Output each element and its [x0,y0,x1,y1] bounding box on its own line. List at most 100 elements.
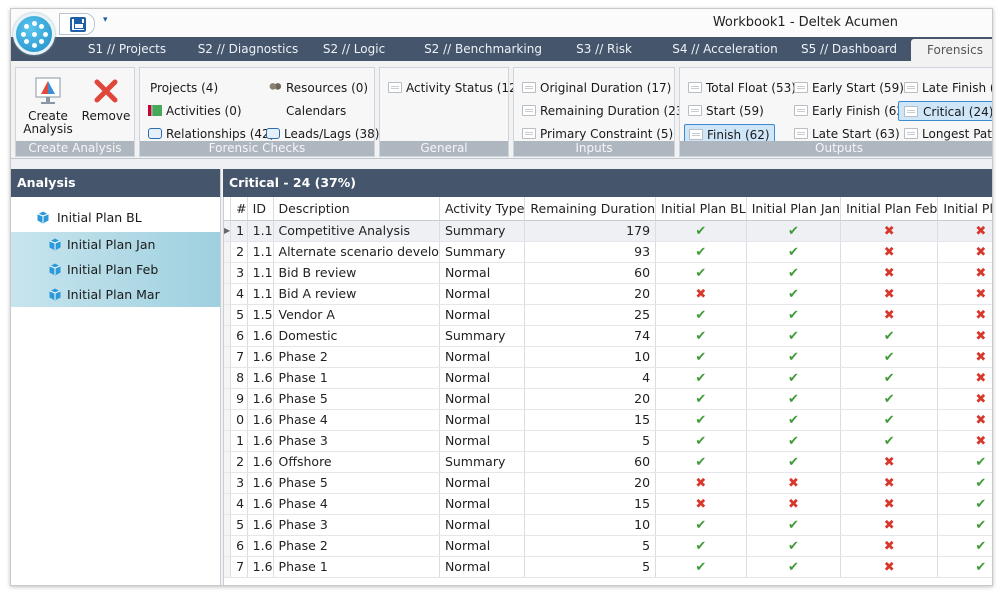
col-header-plan-mar[interactable]: Initial Plan M [937,197,992,221]
row-indicator[interactable] [224,472,232,494]
plan-status-cell: ✔ [655,451,747,473]
plan-status-cell: ✖ [655,283,747,305]
tab-logic[interactable]: S2 // Logic [313,37,395,61]
table-row[interactable]: 7 1.6 Phase 1 Normal 5 ✔ ✔ ✖ ✔ [224,556,992,578]
early-start-button[interactable]: Early Start (59) [794,78,904,98]
row-indicator[interactable] [224,325,232,347]
late-finish-button[interactable]: Late Finish (62 [904,78,992,98]
check-icon: ✔ [787,328,799,344]
tab-dashboard[interactable]: S5 // Dashboard [793,37,905,61]
check-icon: ✔ [787,391,799,407]
table-row[interactable]: 6 1.6 Phase 2 Normal 5 ✔ ✔ ✖ ✔ [224,535,992,557]
row-indicator[interactable] [224,535,232,557]
cross-icon: ✖ [883,265,895,281]
critical-button[interactable]: Critical (24) [898,101,992,121]
original-duration-button[interactable]: Original Duration (17) [522,78,671,98]
table-row[interactable]: 3 1.1 Bid B review Normal 60 ✔ ✔ ✖ ✖ [224,262,992,284]
projects-button[interactable]: Projects (4) [150,78,218,98]
table-row[interactable]: 4 1.1 Bid A review Normal 20 ✖ ✔ ✖ ✖ [224,283,992,305]
cross-icon: ✖ [975,433,987,449]
col-header-activity-type[interactable]: Activity Type [439,197,526,221]
check-icon: ✔ [883,349,895,365]
plan-status-cell: ✖ [655,493,747,515]
remove-button[interactable]: Remove [78,74,134,136]
row-id: 1.1 [247,262,274,284]
early-finish-button[interactable]: Early Finish (62) [794,101,909,121]
remaining-duration-button[interactable]: Remaining Duration (23) [522,101,688,121]
row-id: 1.6 [247,430,274,452]
resources-button[interactable]: Resources (0) [268,78,368,98]
row-indicator[interactable] [224,493,232,515]
table-row[interactable]: 9 1.6 Phase 5 Normal 20 ✔ ✔ ✔ ✖ [224,388,992,410]
app-logo-icon[interactable] [13,13,55,55]
row-indicator[interactable] [224,514,232,536]
table-row[interactable]: 8 1.6 Phase 1 Normal 4 ✔ ✔ ✔ ✖ [224,367,992,389]
tab-risk[interactable]: S3 // Risk [563,37,645,61]
plan-status-cell: ✔ [840,388,939,410]
tab-benchmarking[interactable]: S2 // Benchmarking [411,37,555,61]
start-button[interactable]: Start (59) [688,101,764,121]
row-indicator[interactable] [224,409,232,431]
table-row[interactable]: 1 1.6 Phase 3 Normal 5 ✔ ✔ ✔ ✖ [224,430,992,452]
tree-item-root[interactable]: Initial Plan BL [11,205,220,230]
row-indicator[interactable] [224,556,232,578]
col-header-plan-bl[interactable]: Initial Plan BL [655,197,747,221]
tree-item-feb[interactable]: Initial Plan Feb [11,257,220,282]
col-header-plan-jan[interactable]: Initial Plan Jan [746,197,842,221]
row-number: 2 [230,451,248,473]
tab-acceleration[interactable]: S4 // Acceleration [669,37,781,61]
col-header-plan-feb[interactable]: Initial Plan Feb [840,197,939,221]
row-indicator[interactable] [224,304,232,326]
col-header-id[interactable]: ID [247,197,274,221]
table-row[interactable]: 5 1.5 Vendor A Normal 25 ✔ ✔ ✖ ✖ [224,304,992,326]
plan-status-cell: ✔ [655,409,747,431]
row-indicator[interactable] [224,283,232,305]
table-row[interactable]: 2 1.6 Offshore Summary 60 ✔ ✔ ✖ ✔ [224,451,992,473]
table-row[interactable]: 5 1.6 Phase 3 Normal 10 ✔ ✔ ✖ ✔ [224,514,992,536]
row-indicator[interactable] [224,430,232,452]
check-icon: ✔ [695,265,707,281]
table-row[interactable]: 6 1.6 Domestic Summary 74 ✔ ✔ ✔ ✖ [224,325,992,347]
activities-button[interactable]: Activities (0) [148,101,242,121]
table-row[interactable]: 2 1.1 Alternate scenario develo Summary 93 ✔ ✔… [224,241,992,263]
row-indicator[interactable] [224,451,232,473]
row-indicator[interactable] [224,262,232,284]
table-row[interactable]: 0 1.6 Phase 4 Normal 15 ✔ ✔ ✔ ✖ [224,409,992,431]
row-pointer-icon[interactable]: ▶ [224,220,232,242]
col-header-num[interactable]: # [230,197,248,221]
plan-status-cell: ✔ [655,556,747,578]
tree-item-mar[interactable]: Initial Plan Mar [11,282,220,307]
plan-status-cell: ✖ [655,472,747,494]
activity-status-button[interactable]: Activity Status (12) [388,78,521,98]
row-activity-type: Summary [439,325,526,347]
row-indicator[interactable] [224,241,232,263]
check-icon: ✔ [787,265,799,281]
col-header-description[interactable]: Description [273,197,440,221]
tab-projects[interactable]: S1 // Projects [71,37,183,61]
table-row[interactable]: 7 1.6 Phase 2 Normal 10 ✔ ✔ ✔ ✖ [224,346,992,368]
total-float-button[interactable]: Total Float (53) [688,78,796,98]
col-header-remaining-duration[interactable]: Remaining Duration [524,197,657,221]
plan-status-cell: ✖ [937,283,992,305]
row-id: 1.6 [247,325,274,347]
check-icon: ✔ [975,454,987,470]
row-id: 1.6 [247,514,274,536]
row-indicator[interactable] [224,367,232,389]
activities-icon [148,105,162,116]
cross-icon: ✖ [975,391,987,407]
plan-status-cell: ✔ [746,367,842,389]
row-activity-type: Normal [439,388,526,410]
row-indicator[interactable] [224,388,232,410]
calendars-button[interactable]: Calendars [268,101,346,121]
table-row[interactable]: 4 1.6 Phase 4 Normal 15 ✖ ✖ ✖ ✔ [224,493,992,515]
tab-diagnostics[interactable]: S2 // Diagnostics [183,37,313,61]
row-remaining-duration: 10 [524,346,657,368]
tree-item-jan[interactable]: Initial Plan Jan [11,232,220,257]
create-analysis-button[interactable]: Create Analysis [20,74,76,136]
table-row[interactable]: 3 1.6 Phase 5 Normal 20 ✖ ✖ ✖ ✔ [224,472,992,494]
table-row[interactable]: ▶ 1 1.1 Competitive Analysis Summary 179 ✔ ✔ ✖ ✖ [224,220,992,242]
check-icon: ✔ [787,286,799,302]
row-indicator[interactable] [224,346,232,368]
remaining-duration-icon [522,105,536,116]
tab-forensics[interactable]: Forensics [911,39,992,61]
